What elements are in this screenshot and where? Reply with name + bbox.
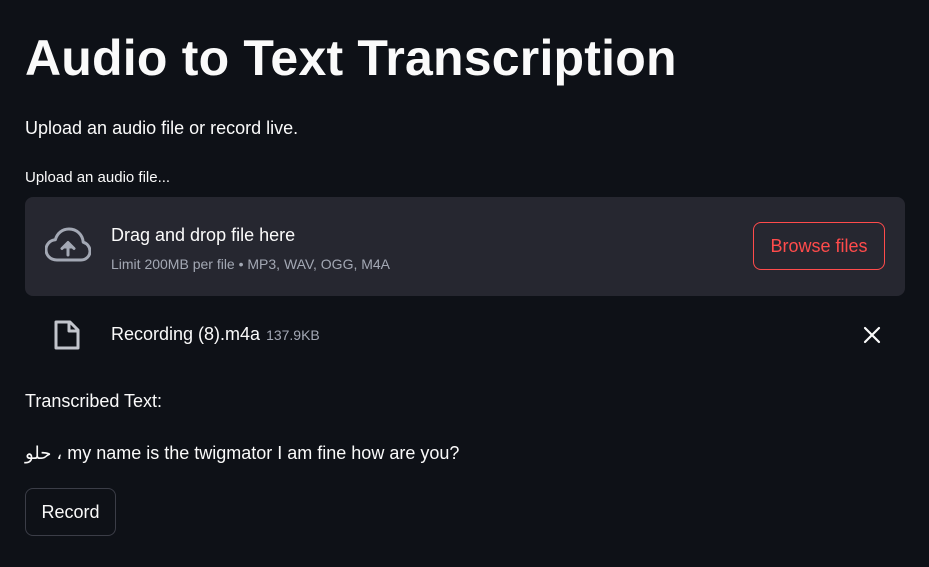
file-dropzone[interactable]: Drag and drop file here Limit 200MB per …	[25, 197, 905, 296]
dropzone-limit-text: Limit 200MB per file • MP3, WAV, OGG, M4…	[111, 256, 391, 272]
record-button[interactable]: Record	[25, 488, 116, 536]
dropzone-instructions: Drag and drop file here	[111, 225, 296, 245]
page-subtitle: Upload an audio file or record live.	[25, 118, 299, 138]
cloud-upload-icon	[44, 227, 92, 265]
file-icon	[53, 319, 81, 351]
transcribed-text: حلو ، my name is the twigmator I am fine…	[25, 443, 460, 463]
uploaded-file-name: Recording (8).m4a	[111, 324, 261, 344]
uploader-label: Upload an audio file...	[25, 169, 171, 186]
close-icon[interactable]	[861, 324, 883, 346]
uploaded-file-info: Recording (8).m4a 137.9KB	[111, 322, 320, 347]
transcribed-text-label: Transcribed Text:	[25, 391, 163, 411]
uploaded-file-row: Recording (8).m4a 137.9KB	[25, 312, 905, 356]
app-page: Audio to Text Transcription Upload an au…	[0, 0, 929, 567]
browse-files-button[interactable]: Browse files	[753, 222, 885, 270]
uploaded-file-size: 137.9KB	[266, 327, 320, 343]
page-title: Audio to Text Transcription	[25, 30, 677, 86]
